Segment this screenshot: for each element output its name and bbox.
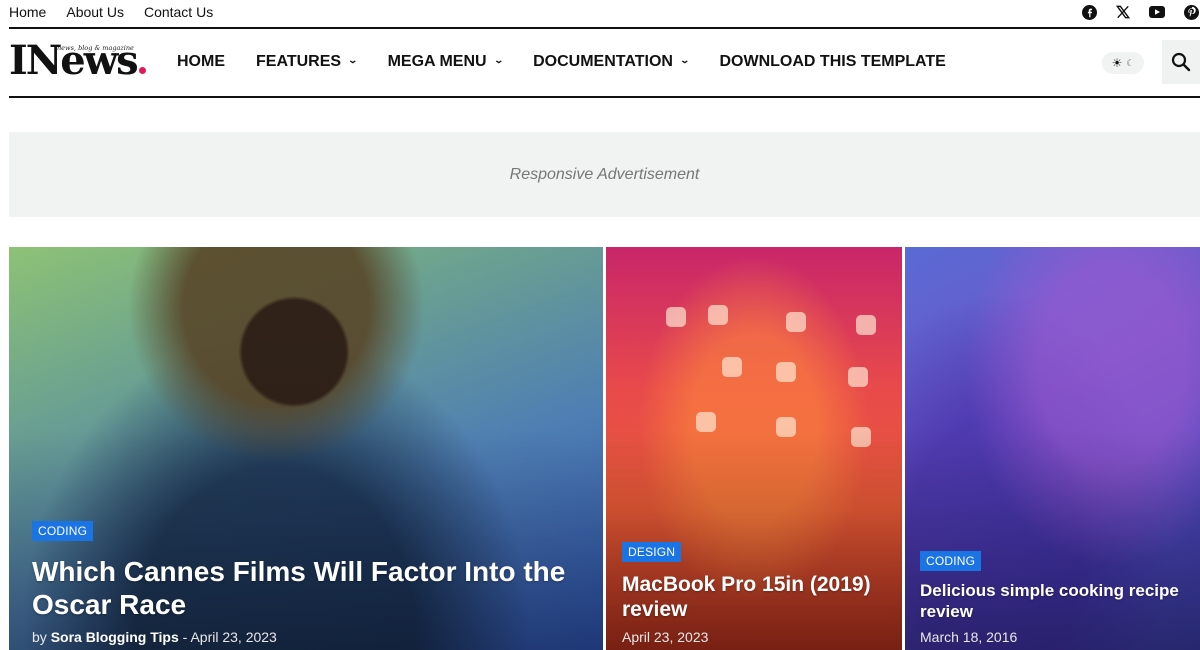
- nav-item-label: FEATURES: [256, 53, 342, 70]
- top-link-home[interactable]: Home: [9, 4, 46, 20]
- ad-label: Responsive Advertisement: [509, 165, 700, 183]
- chevron-down-icon: ⌄: [493, 54, 504, 65]
- search-icon: [1171, 52, 1191, 72]
- top-link-contact[interactable]: Contact Us: [144, 4, 213, 20]
- featured-post-secondary[interactable]: DESIGN MacBook Pro 15in (2019) review Ap…: [606, 247, 902, 650]
- chevron-down-icon: ⌄: [347, 54, 359, 65]
- post-date: March 18, 2016: [920, 629, 1018, 645]
- site-header: INews news, blog & magazine HOME FEATURE…: [0, 29, 1200, 96]
- theme-toggle[interactable]: ☀ ☾: [1102, 52, 1144, 74]
- site-logo[interactable]: INews news, blog & magazine: [9, 41, 146, 81]
- post-author[interactable]: Sora Blogging Tips: [51, 629, 179, 645]
- top-link-about[interactable]: About Us: [66, 4, 124, 20]
- category-badge[interactable]: CODING: [920, 551, 982, 572]
- nav-item-features[interactable]: FEATURES ⌄: [256, 53, 359, 71]
- pinterest-icon[interactable]: [1182, 3, 1200, 21]
- nav-item-label: DOCUMENTATION: [533, 53, 673, 70]
- post-title[interactable]: Which Cannes Films Will Factor Into the …: [32, 555, 583, 622]
- chevron-down-icon: ⌄: [679, 54, 691, 65]
- x-icon[interactable]: [1114, 3, 1132, 21]
- post-content: CODING Which Cannes Films Will Factor In…: [32, 520, 583, 650]
- nav-item-label: DOWNLOAD THIS TEMPLATE: [719, 53, 946, 70]
- header-divider: [9, 96, 1200, 98]
- social-links: [1080, 3, 1200, 21]
- meta-separator: -: [182, 629, 188, 645]
- category-badge[interactable]: DESIGN: [622, 541, 682, 562]
- sun-icon: ☀: [1111, 56, 1123, 70]
- featured-post-tertiary[interactable]: CODING Delicious simple cooking recipe r…: [905, 247, 1200, 650]
- post-meta: by Sora Blogging Tips - April 23, 2023: [32, 629, 583, 650]
- post-title[interactable]: Delicious simple cooking recipe review: [920, 581, 1180, 622]
- logo-tagline: news, blog & magazine: [57, 44, 134, 52]
- nav-item-home[interactable]: HOME: [177, 53, 225, 71]
- nav-item-documentation[interactable]: DOCUMENTATION ⌄: [533, 53, 691, 71]
- advertisement: Responsive Advertisement: [9, 132, 1200, 217]
- search-button[interactable]: [1162, 40, 1200, 84]
- top-bar: Home About Us Contact Us: [0, 0, 1200, 27]
- top-links: Home About Us Contact Us: [9, 4, 213, 20]
- post-title[interactable]: MacBook Pro 15in (2019) review: [622, 572, 882, 622]
- nav-item-label: HOME: [177, 53, 225, 70]
- facebook-icon[interactable]: [1080, 3, 1098, 21]
- category-badge[interactable]: CODING: [32, 520, 94, 541]
- post-date: April 23, 2023: [190, 629, 277, 645]
- nav-item-download-template[interactable]: DOWNLOAD THIS TEMPLATE: [720, 53, 946, 71]
- main-nav: HOME FEATURES ⌄ MEGA MENU ⌄ DOCUMENTATIO…: [177, 53, 977, 71]
- moon-icon: ☾: [1126, 57, 1135, 68]
- post-date: April 23, 2023: [622, 629, 709, 645]
- featured-post-main[interactable]: CODING Which Cannes Films Will Factor In…: [9, 247, 603, 650]
- author-prefix: by: [32, 629, 47, 645]
- nav-item-mega-menu[interactable]: MEGA MENU ⌄: [387, 53, 504, 71]
- youtube-icon[interactable]: [1148, 3, 1166, 21]
- nav-item-label: MEGA MENU: [387, 53, 487, 70]
- logo-dot: [138, 67, 146, 74]
- post-content: DESIGN MacBook Pro 15in (2019) review Ap…: [622, 541, 882, 650]
- post-content: CODING Delicious simple cooking recipe r…: [920, 551, 1180, 650]
